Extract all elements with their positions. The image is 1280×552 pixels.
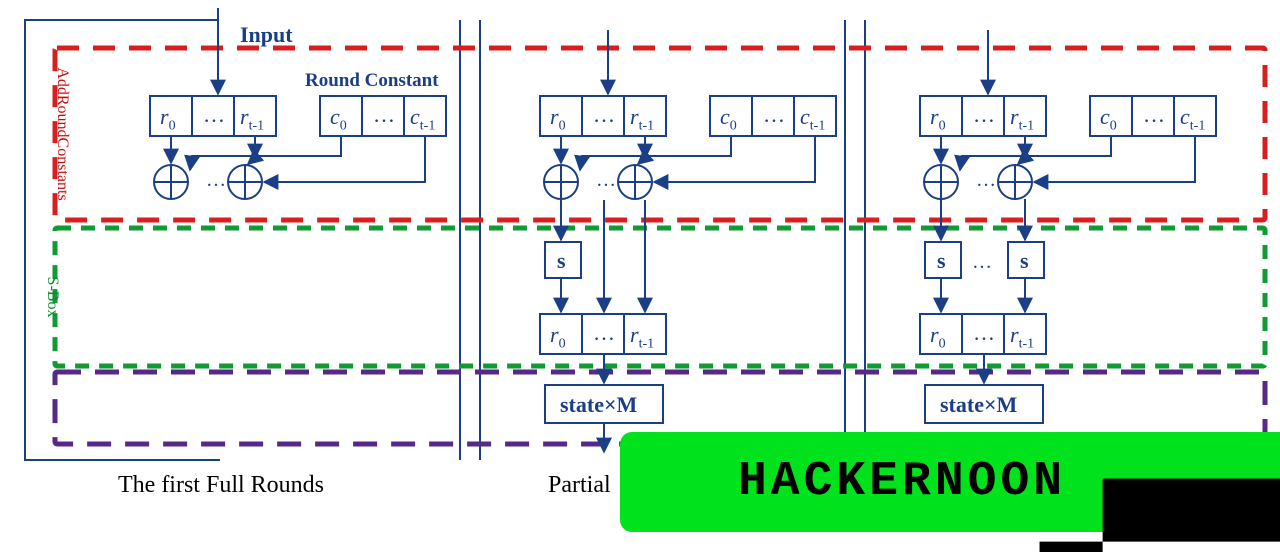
cell-cdots-2: …: [763, 102, 785, 128]
cell-s-3a: s: [937, 248, 946, 274]
cell-rdots-3: …: [973, 102, 995, 128]
caption-partial: Partial: [548, 472, 611, 499]
cell-rtm1-2b: rt-1: [630, 322, 654, 352]
block-col-1: …: [150, 8, 446, 199]
cell-cdots-3: …: [1143, 102, 1165, 128]
cell-ctm1-3: ct-1: [1180, 104, 1205, 134]
cell-c0-2: c0: [720, 104, 737, 134]
cell-rdots-1: …: [203, 102, 225, 128]
svg-text:…: …: [206, 169, 226, 191]
cell-rdots-2b: …: [593, 320, 615, 346]
cell-c0-1: c0: [330, 104, 347, 134]
label-statem-2: state×M: [560, 392, 637, 418]
cell-rtm1-2: rt-1: [630, 104, 654, 134]
caption-first-full-rounds: The first Full Rounds: [118, 472, 324, 499]
cell-ctm1-2: ct-1: [800, 104, 825, 134]
cell-s-2: s: [557, 248, 566, 274]
cell-r0-2b: r0: [550, 322, 566, 352]
svg-text:…: …: [596, 169, 616, 191]
block-col-2: …: [540, 30, 836, 452]
svg-text:…: …: [976, 169, 996, 191]
cell-ctm1-1: ct-1: [410, 104, 435, 134]
cell-r0-3: r0: [930, 104, 946, 134]
cell-rdots-2: …: [593, 102, 615, 128]
diagram-stage: … …: [0, 0, 1280, 552]
cell-rtm1-3b: rt-1: [1010, 322, 1034, 352]
cell-s-3b: s: [1020, 248, 1029, 274]
cell-c0-3: c0: [1100, 104, 1117, 134]
hackernoon-watermark: HACKERNOON: [620, 432, 1280, 532]
hackernoon-clock-icon: [644, 447, 714, 517]
label-input: Input: [240, 22, 293, 48]
cell-rtm1-3: rt-1: [1010, 104, 1034, 134]
svg-text:…: …: [972, 251, 992, 273]
caption-add-round-constants: AddRoundConstants: [53, 54, 71, 214]
cell-rdots-3b: …: [973, 320, 995, 346]
cell-cdots-1: …: [373, 102, 395, 128]
caption-sbox: S-Box: [43, 267, 61, 327]
label-statem-3: state×M: [940, 392, 1017, 418]
cell-r0-3b: r0: [930, 322, 946, 352]
label-round-constant: Round Constant: [305, 70, 439, 92]
cell-rtm1-1: rt-1: [240, 104, 264, 134]
cell-r0-1: r0: [160, 104, 176, 134]
cell-r0-2: r0: [550, 104, 566, 134]
